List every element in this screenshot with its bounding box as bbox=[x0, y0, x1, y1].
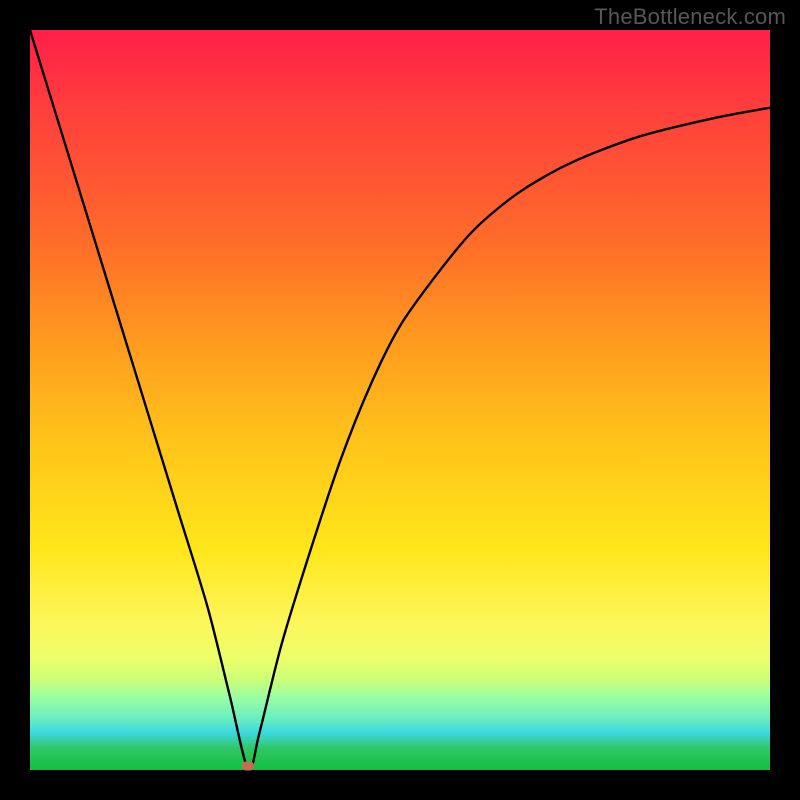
watermark-text: TheBottleneck.com bbox=[594, 4, 786, 30]
bottleneck-curve bbox=[30, 30, 770, 771]
curve-svg bbox=[30, 30, 770, 770]
chart-frame: TheBottleneck.com bbox=[0, 0, 800, 800]
optimal-point-marker bbox=[242, 762, 254, 771]
plot-area bbox=[30, 30, 770, 770]
